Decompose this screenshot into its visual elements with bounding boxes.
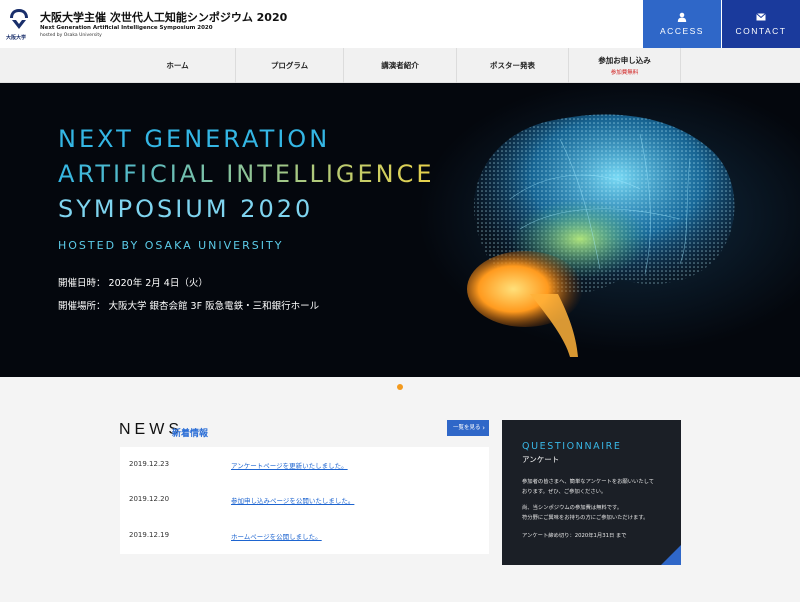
nav-item-registration[interactable]: 参加お申し込み 参加費無料 bbox=[569, 48, 680, 83]
hero-title-line-1: NEXT GENERATION bbox=[58, 125, 331, 153]
site-host-caption: hosted by Osaka University bbox=[40, 33, 102, 38]
user-icon bbox=[677, 12, 687, 22]
hero-banner: NEXT GENERATION ARTIFICIAL INTELLIGENCE … bbox=[0, 83, 800, 377]
nav-item-label: プログラム bbox=[270, 61, 309, 70]
site-title[interactable]: 大阪大学主催 次世代人工知能シンポジウム 2020 bbox=[40, 9, 287, 25]
questionnaire-text: おります。ぜひ、ご参加ください。 bbox=[522, 489, 607, 495]
nav-item-home[interactable]: ホーム bbox=[120, 48, 235, 83]
site-title-english: Next Generation Artificial Intelligence … bbox=[40, 25, 213, 31]
logo-caption: 大阪大学 bbox=[6, 35, 27, 41]
hero-host-line: HOSTED BY OSAKA UNIVERSITY bbox=[58, 239, 284, 252]
mail-icon bbox=[756, 13, 766, 21]
news-more-label: 一覧を見る bbox=[453, 425, 481, 431]
nav-item-label: 参加お申し込み bbox=[598, 56, 651, 65]
chevron-right-icon: › bbox=[482, 424, 485, 432]
nav-item-label: ホーム bbox=[166, 61, 189, 70]
news-link[interactable]: 参加申し込みページを公開いたしました。 bbox=[231, 495, 354, 505]
event-date: 開催日時： 2020年 2月 4日（火） bbox=[58, 278, 208, 289]
event-venue: 開催場所： 大阪大学 銀杏会館 3F 阪急電鉄・三和銀行ホール bbox=[58, 301, 320, 312]
university-emblem-icon bbox=[10, 9, 28, 29]
news-subheading: 新着情報 bbox=[172, 429, 209, 439]
site-header: 大阪大学 大阪大学主催 次世代人工知能シンポジウム 2020 Next Gene… bbox=[0, 0, 800, 48]
news-row: 2019.12.20 参加申し込みページを公開いたしました。 bbox=[120, 482, 489, 518]
news-row: 2019.12.19 ホームページを公開しました。 bbox=[120, 518, 489, 554]
news-date: 2019.12.19 bbox=[129, 531, 170, 539]
access-button[interactable]: ACCESS bbox=[643, 0, 721, 48]
news-link[interactable]: ホームページを公開しました。 bbox=[231, 531, 322, 541]
osaka-university-logo[interactable]: 大阪大学 bbox=[6, 8, 32, 42]
questionnaire-title-ja: アンケート bbox=[522, 455, 560, 464]
contact-button[interactable]: CONTACT bbox=[722, 0, 800, 48]
nav-divider bbox=[680, 48, 681, 83]
questionnaire-banner[interactable]: QUESTIONNAIRE アンケート 参加者の皆さまへ、簡単なアンケートをお願… bbox=[502, 420, 681, 565]
nav-item-program[interactable]: プログラム bbox=[236, 48, 343, 83]
global-nav: ホーム プログラム 講演者紹介 ポスター発表 参加お申し込み 参加費無料 bbox=[0, 48, 800, 83]
hero-title-line-2: ARTIFICIAL INTELLIGENCE bbox=[58, 160, 435, 188]
contact-label: CONTACT bbox=[735, 26, 787, 36]
access-label: ACCESS bbox=[660, 26, 704, 36]
questionnaire-text: 符分野にご興味をお持ちの方にご参加いただけます。 bbox=[522, 515, 649, 521]
news-more-button[interactable]: 一覧を見る › bbox=[447, 420, 489, 436]
news-row: 2019.12.23 アンケートページを更新いたしました。 bbox=[120, 447, 489, 483]
news-date: 2019.12.23 bbox=[129, 460, 170, 468]
questionnaire-text: 参加者の皆さまへ、簡単なアンケートをお願いいたして bbox=[522, 479, 655, 485]
questionnaire-text: 尚、当シンポジウムの参加費は無料です。 bbox=[522, 505, 623, 511]
hero-title-line-3: SYMPOSIUM 2020 bbox=[58, 195, 314, 223]
news-date: 2019.12.20 bbox=[129, 495, 170, 503]
news-link[interactable]: アンケートページを更新いたしました。 bbox=[231, 460, 348, 470]
brain-illustration-icon bbox=[467, 114, 735, 357]
nav-item-label: 講演者紹介 bbox=[381, 61, 419, 70]
nav-item-label: ポスター発表 bbox=[490, 61, 535, 70]
corner-accent bbox=[661, 545, 681, 565]
free-admission-note: 参加費無料 bbox=[610, 69, 639, 76]
questionnaire-title-en: QUESTIONNAIRE bbox=[522, 441, 622, 452]
slider-pagination bbox=[0, 377, 800, 397]
questionnaire-deadline: アンケート締め切り：2020年1月31日 まで bbox=[522, 533, 627, 539]
nav-item-speakers[interactable]: 講演者紹介 bbox=[344, 48, 456, 83]
slide-indicator-active[interactable] bbox=[397, 384, 403, 390]
nav-item-poster[interactable]: ポスター発表 bbox=[457, 48, 568, 83]
